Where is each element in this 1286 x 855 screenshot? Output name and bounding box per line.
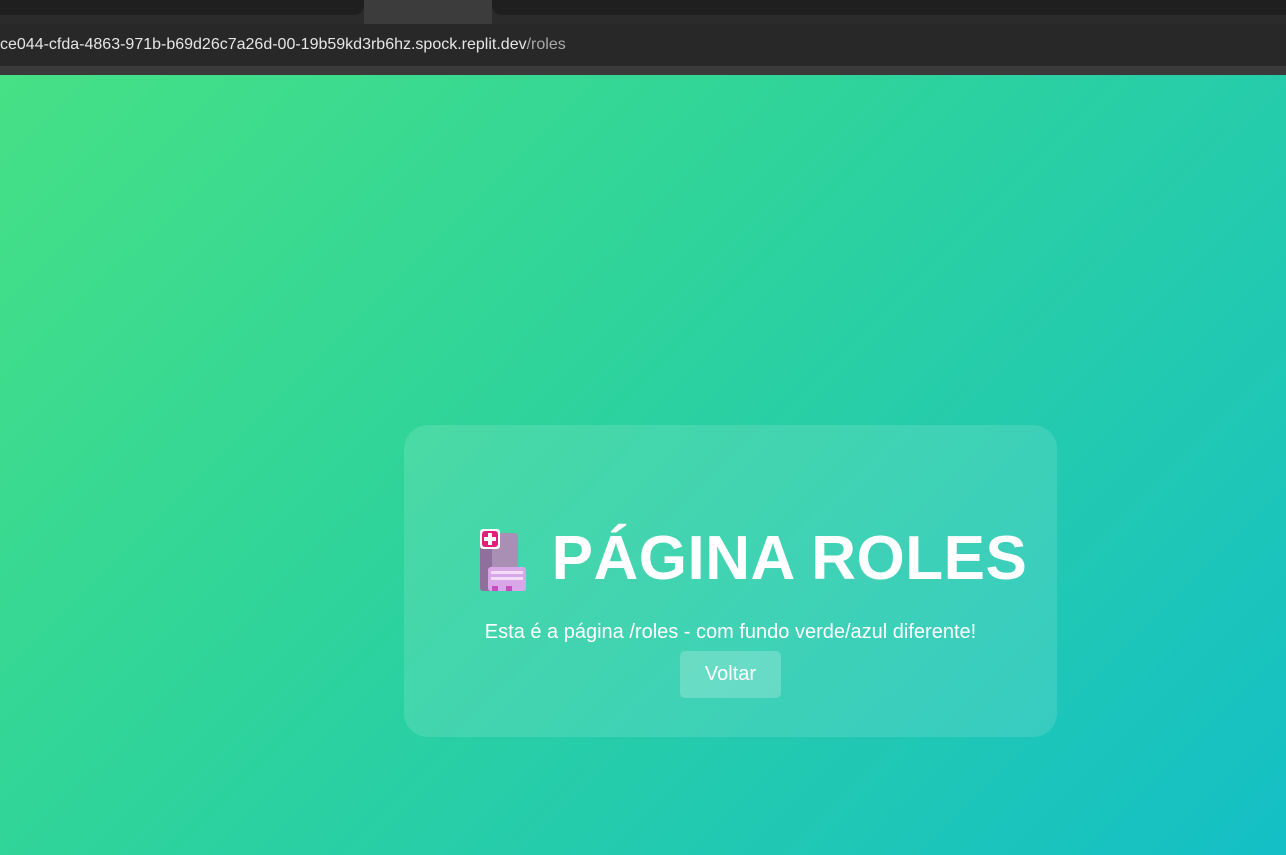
- browser-tab[interactable]: [0, 0, 364, 15]
- title-row: PÁGINA ROLES: [404, 523, 1057, 595]
- browser-tab[interactable]: [492, 0, 1286, 15]
- back-button[interactable]: Voltar: [680, 651, 781, 698]
- url-path: /roles: [526, 36, 566, 53]
- hospital-icon: [479, 529, 526, 591]
- url-host: ce044-cfda-4863-971b-b69d26c7a26d-00-19b…: [0, 36, 527, 53]
- page-subtitle: Esta é a página /roles - com fundo verde…: [484, 621, 977, 643]
- url-text[interactable]: ce044-cfda-4863-971b-b69d26c7a26d-00-19b…: [0, 36, 566, 54]
- roles-card: PÁGINA ROLES Esta é a página /roles - co…: [404, 425, 1057, 737]
- tab-strip: [0, 0, 1286, 24]
- address-bar[interactable]: ce044-cfda-4863-971b-b69d26c7a26d-00-19b…: [0, 24, 1286, 66]
- browser-tab-active[interactable]: [364, 0, 492, 24]
- browser-chrome: ce044-cfda-4863-971b-b69d26c7a26d-00-19b…: [0, 0, 1286, 75]
- chrome-divider: [0, 66, 1286, 75]
- page-background: PÁGINA ROLES Esta é a página /roles - co…: [0, 75, 1286, 855]
- page-title: PÁGINA ROLES: [551, 524, 1028, 593]
